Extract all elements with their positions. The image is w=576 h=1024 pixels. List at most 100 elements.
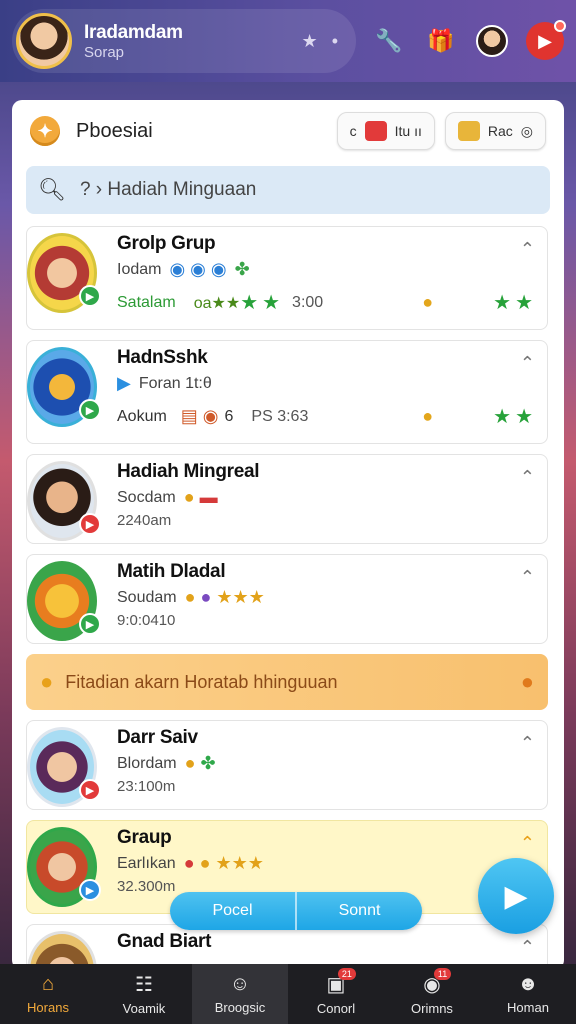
item-icons: ● ▬	[183, 487, 218, 507]
nav-label: Conorl	[316, 1001, 356, 1016]
nav-label: Homan	[507, 1000, 549, 1015]
profile-name: Iradamdam	[84, 21, 183, 43]
play-icon[interactable]: ▶	[526, 20, 566, 60]
item-subtitle: Socdam ● ▬	[117, 487, 537, 508]
item-title: Darr Saiv	[117, 727, 198, 748]
camera-icon: ◎	[520, 122, 533, 139]
star-icon[interactable]: ★	[302, 31, 318, 52]
item-status-row: Satalam oa★★ ★★ 3:00 ● ★★	[117, 290, 537, 315]
header-buttons: c Itu ıı Rac ◎	[336, 112, 546, 150]
sonnt-button[interactable]: Sonnt	[295, 892, 422, 930]
item-title: HadnSshk	[117, 347, 208, 368]
item-extra: oa★★	[193, 294, 241, 312]
chest-icon	[457, 121, 480, 141]
nav-label: Broogsic	[214, 1000, 266, 1015]
nav-item-broogsic[interactable]: ☺ Broogsic	[192, 964, 288, 1024]
play-icon: ▶	[79, 513, 101, 535]
item-time: 2240am	[117, 512, 172, 529]
header-button-1[interactable]: c Itu ıı	[336, 112, 435, 150]
reward-star-icons: ★★	[493, 292, 537, 314]
chevron-up-icon[interactable]: ⌃	[520, 733, 535, 754]
nav-item-orimns[interactable]: ◉ 11 Orimns	[384, 964, 480, 1024]
coin-icon: ●	[422, 292, 434, 312]
main-panel: ✦ Pboesiai c Itu ıı Rac ◎ 🔍︎ ? › Hadiah …	[12, 100, 564, 970]
nav-item-homan[interactable]: ☻ Homan	[480, 964, 576, 1024]
item-thumbnail: ▶	[27, 461, 101, 541]
item-thumbnail: ▶	[27, 727, 101, 807]
profile-subtitle: Sorap	[84, 43, 125, 61]
action-pill-group: Pocel Sonnt	[170, 892, 422, 930]
friend-avatar[interactable]	[476, 25, 508, 57]
play-fab-button[interactable]: ▶	[478, 858, 554, 934]
item-extra: 6	[224, 407, 234, 425]
search-bar[interactable]: 🔍︎ ? › Hadiah Minguaan	[26, 166, 550, 214]
banner-text: Fitadian akarn Horatab hhinguuan	[65, 671, 338, 692]
item-subtitle: Blordam ● ✤	[117, 753, 537, 774]
pocel-button[interactable]: Pocel	[170, 892, 295, 930]
gift-icon: ✤	[234, 259, 250, 279]
list-item[interactable]: ▶ Hadiah Mingreal Socdam ● ▬ 2240am ⌃	[26, 454, 548, 544]
item-title: Graup	[117, 827, 172, 848]
item-score: PS 3:63	[251, 407, 309, 425]
item-icons: ▤ ◉	[180, 406, 219, 426]
dot-icon[interactable]: •	[332, 31, 338, 52]
item-icons: ● ● ★★★	[184, 587, 265, 607]
nav-badge: 11	[433, 968, 452, 980]
play-icon: ▶	[79, 399, 101, 421]
search-input[interactable]: ? › Hadiah Minguaan	[80, 179, 256, 201]
list-item[interactable]: ▶ Grolp Grup Iodam ◉ ◉ ◉ ✤ Satalam oa★★ …	[26, 226, 548, 330]
gift-icon[interactable]: 🎁	[424, 24, 458, 58]
pill-icons: ★ •	[302, 31, 338, 52]
item-time: 9:0:0410	[117, 612, 176, 629]
list-item[interactable]: ▶ Matih Dladal Soudam ● ● ★★★ 9:0:0410 ⌃	[26, 554, 548, 644]
profile-avatar[interactable]	[16, 13, 72, 69]
play-icon: ▶	[79, 779, 101, 801]
item-subtitle-text: Iodam	[117, 260, 162, 278]
panel-header: ✦ Pboesiai c Itu ıı Rac ◎	[12, 100, 564, 162]
item-icons: ● ● ★★★	[183, 853, 264, 873]
chevron-up-icon[interactable]: ⌃	[520, 833, 535, 854]
chevron-up-icon[interactable]: ⌃	[520, 353, 535, 374]
chat-bubble-icon[interactable]: ●	[521, 669, 534, 695]
chevron-up-icon[interactable]: ⌃	[520, 567, 535, 588]
item-subtitle-text: Earlıkan	[117, 854, 176, 872]
header-button-2-label: Rac	[487, 123, 513, 139]
item-status: Aokum	[117, 407, 167, 425]
item-score: 3:00	[292, 293, 324, 311]
list-item[interactable]: ▶ HadnSshk ▶︎ Foran 1t:θ Aokum ▤ ◉ 6 PS …	[26, 340, 548, 444]
nav-item-conorl[interactable]: ▣ 21 Conorl	[288, 964, 384, 1024]
item-subtitle: Iodam ◉ ◉ ◉ ✤	[117, 259, 537, 280]
coin-icon: ●	[422, 406, 434, 426]
item-subtitle: ▶︎ Foran 1t:θ	[117, 373, 537, 394]
chevron-up-icon[interactable]: ⌃	[520, 239, 535, 260]
list-item[interactable]: ▶ Darr Saiv Blordam ● ✤ 23:100m ⌃	[26, 720, 548, 810]
profile-text: Iradamdam Sorap	[84, 22, 183, 61]
game-face-icon: ☺	[229, 973, 251, 995]
item-thumbnail: ▶	[27, 347, 101, 427]
chevron-up-icon[interactable]: ⌃	[520, 467, 535, 488]
item-subtitle: Earlıkan ● ● ★★★	[117, 853, 537, 874]
profile-pill[interactable]: Iradamdam Sorap ★ •	[12, 9, 356, 73]
header-button-2[interactable]: Rac ◎	[444, 112, 546, 150]
star-icons: ★★	[240, 292, 285, 314]
play-circle-icon: ▶︎	[117, 373, 131, 393]
document-icon: ☷	[135, 974, 153, 996]
home-icon: ⌂	[41, 973, 55, 995]
person-icon: ☻	[517, 973, 539, 995]
play-icon: ▶	[79, 285, 101, 307]
nav-item-home[interactable]: ⌂ Horans	[0, 964, 96, 1024]
nav-label: Voamik	[122, 1001, 166, 1016]
promo-banner[interactable]: ● Fitadian akarn Horatab hhinguuan ●	[26, 654, 548, 710]
ticket-icon	[364, 121, 387, 141]
item-time: 23:100m	[117, 778, 176, 795]
notification-dot	[554, 20, 566, 32]
chevron-up-icon[interactable]: ⌃	[520, 937, 535, 958]
header-button-1-prefix: c	[349, 123, 357, 139]
nav-item-voamik[interactable]: ☷ Voamik	[96, 964, 192, 1024]
reward-star-icons: ★★	[493, 406, 537, 428]
play-icon: ▶	[79, 879, 101, 901]
nav-label: Orimns	[411, 1001, 453, 1016]
wrench-icon[interactable]: 🔧	[372, 24, 406, 58]
item-subtitle-text: Soudam	[117, 588, 177, 606]
coin-icon: ✦	[30, 116, 60, 146]
